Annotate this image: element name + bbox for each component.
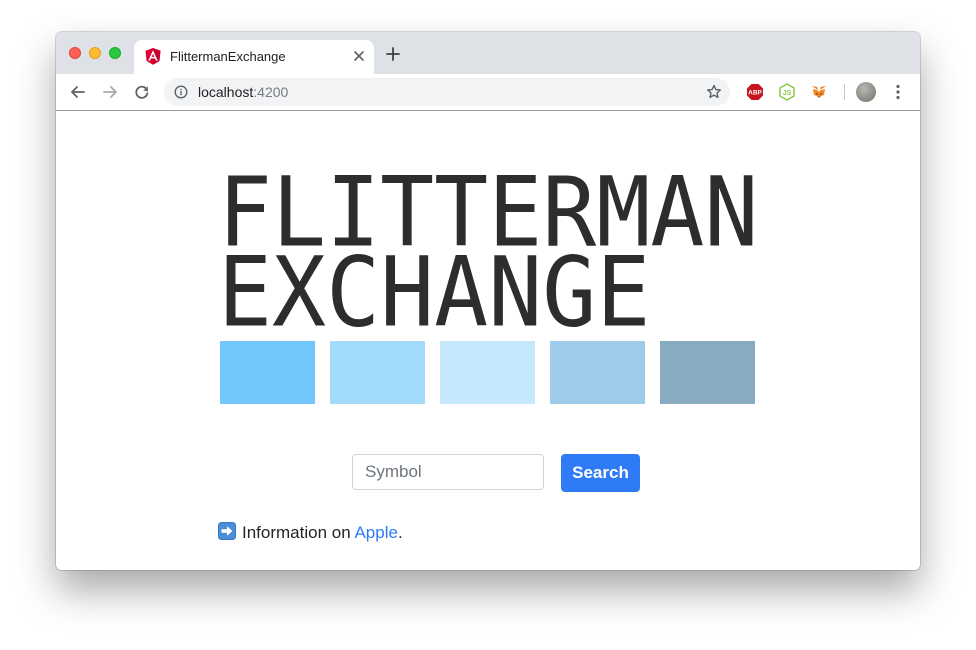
symbol-search-input[interactable] <box>352 454 544 490</box>
tab-title: FlittermanExchange <box>170 49 286 64</box>
url-host: localhost <box>198 84 254 100</box>
browser-tab[interactable]: FlittermanExchange <box>134 40 374 74</box>
svg-text:ABP: ABP <box>748 90 762 97</box>
info-icon[interactable] <box>174 85 188 99</box>
logo-swatch <box>660 341 755 404</box>
logo: FLITTERMAN EXCHANGE <box>218 165 760 349</box>
info-prefix: Information on <box>242 523 355 542</box>
new-tab-icon[interactable] <box>386 47 400 61</box>
zoom-window-button[interactable] <box>109 47 121 59</box>
close-window-button[interactable] <box>69 47 81 59</box>
nodejs-icon[interactable]: JS <box>778 83 796 101</box>
adblock-icon[interactable]: ABP <box>746 83 764 101</box>
angular-icon <box>145 48 161 65</box>
reload-icon[interactable] <box>133 83 151 101</box>
logo-swatch <box>440 341 535 404</box>
more-menu-icon[interactable] <box>892 83 904 101</box>
logo-line-2: EXCHANGE <box>218 237 651 349</box>
profile-avatar[interactable] <box>856 82 876 102</box>
arrow-right-emoji-icon <box>218 522 236 540</box>
page-content: FLITTERMAN EXCHANGE Search Information o… <box>56 111 920 570</box>
apple-link[interactable]: Apple <box>354 523 397 542</box>
info-line: Information on Apple. <box>218 522 403 543</box>
logo-swatch <box>330 341 425 404</box>
toolbar-separator <box>844 84 845 100</box>
info-suffix: . <box>397 523 403 542</box>
logo-swatch <box>550 341 645 404</box>
browser-window: FlittermanExchange localhost:4200 ABP JS… <box>56 32 920 570</box>
url-port: :4200 <box>253 84 289 100</box>
url-text: localhost:4200 <box>198 84 288 100</box>
search-button[interactable]: Search <box>561 454 640 492</box>
minimize-window-button[interactable] <box>89 47 101 59</box>
tab-strip: FlittermanExchange <box>56 32 920 74</box>
close-tab-icon[interactable] <box>352 49 366 63</box>
logo-swatch <box>220 341 315 404</box>
browser-toolbar: localhost:4200 ABP JS <box>56 74 920 111</box>
forward-icon[interactable] <box>101 83 119 101</box>
back-icon[interactable] <box>69 83 87 101</box>
bookmark-star-icon[interactable] <box>706 84 722 100</box>
address-bar[interactable]: localhost:4200 <box>164 78 730 106</box>
metamask-icon[interactable] <box>810 83 828 101</box>
svg-text:JS: JS <box>783 90 792 97</box>
